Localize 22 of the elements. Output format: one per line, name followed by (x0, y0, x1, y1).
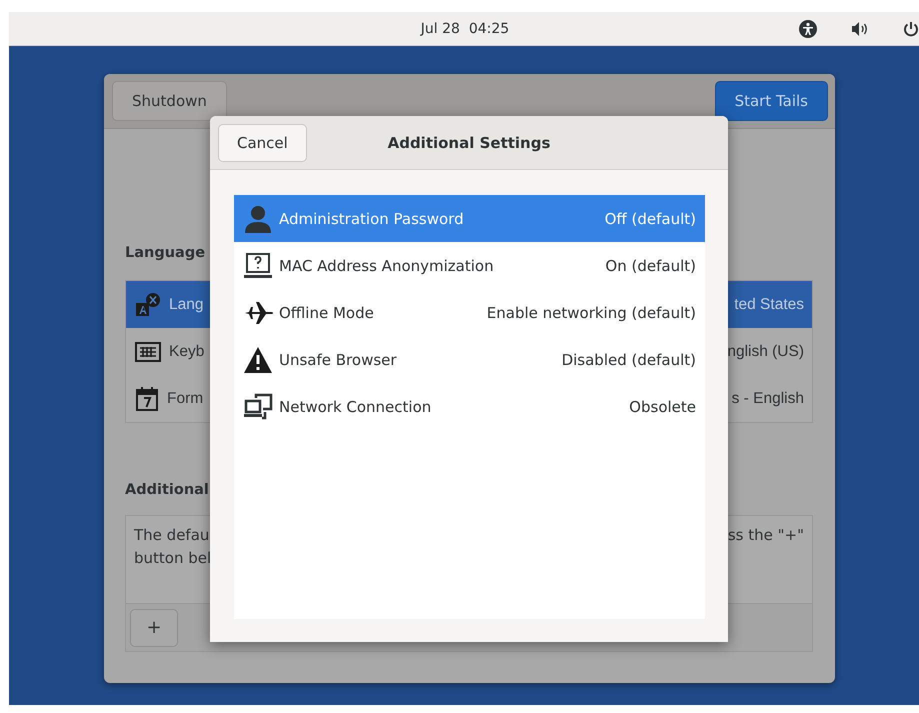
description-text: button bel (134, 548, 212, 569)
section-heading: Additional (125, 482, 210, 498)
row-value: ted States (734, 296, 804, 314)
setting-value: Disabled (default) (562, 350, 696, 368)
dialog-title: Additional Settings (388, 134, 550, 152)
setting-name: MAC Address Anonymization (279, 256, 495, 274)
setting-name: Network Connection (279, 398, 432, 416)
setting-name: Administration Password (279, 210, 465, 228)
setting-value: Obsolete (629, 398, 696, 416)
row-label: Form (167, 390, 204, 408)
setting-name: Unsafe Browser (279, 350, 398, 368)
setting-value: Off (default) (604, 210, 696, 228)
row-value: s - English (732, 390, 804, 408)
description-text: The defau (134, 525, 210, 546)
setting-name: Offline Mode (279, 304, 375, 322)
setting-value: Enable networking (default) (486, 304, 696, 322)
section-heading: Language (125, 245, 206, 261)
description-text: ss the "+" (728, 525, 804, 546)
setting-value: On (default) (605, 256, 696, 274)
row-value: nglish (US) (727, 342, 804, 360)
row-label: Keyb (169, 342, 204, 360)
row-label: Lang (169, 296, 204, 314)
